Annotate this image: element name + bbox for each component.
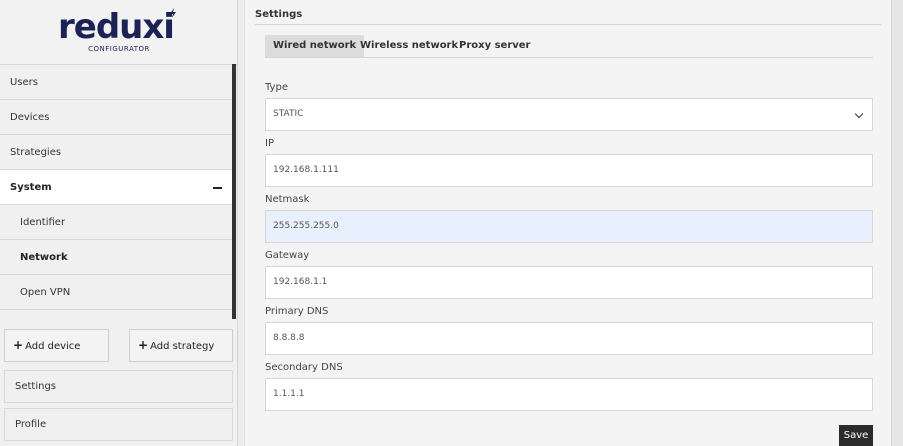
- sidebar-item-label: Identifier: [20, 217, 66, 228]
- netmask-label: Netmask: [265, 194, 310, 205]
- sidebar-item-label: Profile: [15, 419, 47, 430]
- gateway-label: Gateway: [265, 250, 310, 261]
- type-select[interactable]: STATIC: [265, 98, 873, 131]
- gateway-field[interactable]: 192.168.1.1: [265, 266, 873, 299]
- sidebar-item-label: System: [10, 182, 52, 193]
- sidebar-item-label: Open VPN: [20, 287, 71, 298]
- logo: reduxi CONFIGURATOR: [0, 0, 237, 65]
- save-button[interactable]: Save: [839, 425, 873, 446]
- sidebar-subitem-identifier[interactable]: Identifier: [0, 205, 232, 240]
- sidebar-item-label: Users: [10, 77, 39, 88]
- ip-label: IP: [265, 138, 274, 149]
- tabs-divider: [265, 57, 873, 58]
- sidebar-item-strategies[interactable]: Strategies: [0, 135, 232, 170]
- sidebar-item-label: Strategies: [10, 147, 62, 158]
- add-strategy-label: Add strategy: [150, 341, 215, 352]
- ip-field[interactable]: 192.168.1.111: [265, 154, 873, 187]
- page-title: Settings: [255, 9, 303, 20]
- secondary-dns-label: Secondary DNS: [265, 362, 343, 373]
- plus-icon: +: [13, 338, 24, 352]
- tab-proxy-server[interactable]: Proxy server: [451, 35, 538, 57]
- sidebar-item-profile[interactable]: Profile: [4, 408, 233, 441]
- sidebar-scrollbar[interactable]: [232, 64, 236, 319]
- logo-wordmark: reduxi: [58, 7, 175, 47]
- tab-wired-network[interactable]: Wired network: [265, 35, 365, 57]
- sidebar-item-label: Network: [20, 252, 68, 263]
- chevron-down-icon: [854, 109, 864, 119]
- type-select-value: STATIC: [273, 109, 304, 119]
- primary-dns-field[interactable]: 8.8.8.8: [265, 322, 873, 355]
- sidebar-item-system[interactable]: System: [0, 170, 232, 205]
- sidebar-item-users[interactable]: Users: [0, 65, 232, 100]
- title-divider: [255, 24, 881, 25]
- sidebar-subitem-network[interactable]: Network: [0, 240, 232, 275]
- minus-icon[interactable]: [213, 187, 222, 189]
- netmask-field[interactable]: 255.255.255.0: [265, 210, 873, 243]
- spark-icon: [170, 8, 176, 18]
- plus-icon: +: [138, 338, 149, 352]
- add-strategy-button[interactable]: + Add strategy: [129, 329, 233, 362]
- logo-subtitle: CONFIGURATOR: [88, 45, 150, 53]
- add-device-button[interactable]: + Add device: [4, 329, 109, 362]
- sidebar-item-devices[interactable]: Devices: [0, 100, 232, 135]
- sidebar-item-label: Devices: [10, 112, 50, 123]
- sidebar-subitem-open-vpn[interactable]: Open VPN: [0, 275, 232, 310]
- tab-wireless-network[interactable]: Wireless network: [352, 35, 466, 57]
- sidebar-item-label: Settings: [15, 381, 57, 392]
- type-label: Type: [265, 82, 288, 93]
- secondary-dns-field[interactable]: 1.1.1.1: [265, 378, 873, 411]
- settings-panel: Settings Wired network Wireless network …: [244, 0, 891, 446]
- window-scrollbar-gutter[interactable]: [891, 0, 903, 446]
- add-device-label: Add device: [25, 341, 81, 352]
- sidebar-item-settings[interactable]: Settings: [4, 370, 233, 403]
- sidebar: reduxi CONFIGURATOR Users Devices Strate…: [0, 0, 238, 446]
- primary-dns-label: Primary DNS: [265, 306, 329, 317]
